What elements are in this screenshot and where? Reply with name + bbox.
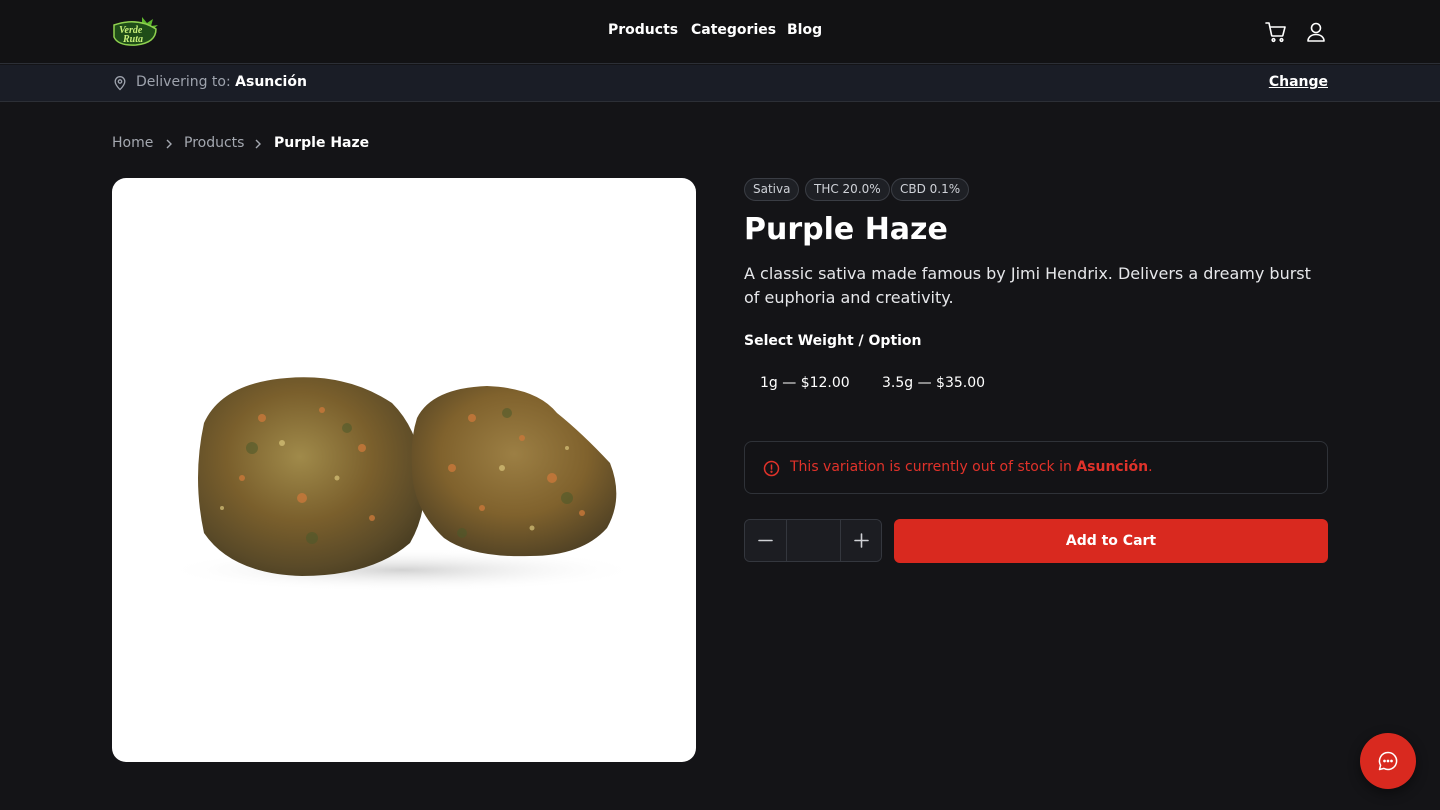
nav-categories[interactable]: Categories xyxy=(691,22,776,38)
change-location-link[interactable]: Change xyxy=(1269,74,1328,90)
out-of-stock-alert: This variation is currently out of stock… xyxy=(744,441,1328,494)
nav-products[interactable]: Products xyxy=(608,22,678,38)
chat-bubble-icon xyxy=(1378,751,1398,771)
product-description: A classic sativa made famous by Jimi Hen… xyxy=(744,264,1311,307)
chat-button[interactable] xyxy=(1360,733,1416,789)
site-header: Verde Ruta Products Categories Blog xyxy=(0,0,1440,64)
breadcrumb-products[interactable]: Products xyxy=(184,135,244,151)
badge-cbd: CBD 0.1% xyxy=(891,178,970,201)
breadcrumb-home[interactable]: Home xyxy=(112,135,153,151)
badge-thc: THC 20.0% xyxy=(805,178,890,201)
nav-blog[interactable]: Blog xyxy=(787,22,822,38)
plus-icon xyxy=(854,533,869,548)
option-1g[interactable]: 1g — $12.00 xyxy=(760,370,850,396)
quantity-input[interactable] xyxy=(786,520,841,561)
cart-icon[interactable] xyxy=(1264,20,1288,44)
user-icon[interactable] xyxy=(1304,20,1328,44)
alert-suffix: . xyxy=(1148,459,1153,475)
quantity-stepper xyxy=(744,519,882,562)
chevron-right-icon xyxy=(255,139,261,149)
option-3-5g[interactable]: 3.5g — $35.00 xyxy=(882,370,985,396)
increase-quantity-button[interactable] xyxy=(841,520,881,561)
alert-prefix: This variation is currently out of stock… xyxy=(790,459,1072,475)
main-nav: Products Categories Blog xyxy=(0,22,1440,42)
delivery-prefix: Delivering to: xyxy=(136,74,231,90)
alert-city: Asunción xyxy=(1076,459,1149,475)
options-label: Select Weight / Option xyxy=(744,333,922,349)
badge-strain-type: Sativa xyxy=(744,178,800,201)
delivery-label: Delivering to: Asunción xyxy=(136,74,307,90)
product-photo xyxy=(162,377,642,592)
alert-circle-icon xyxy=(763,460,780,477)
map-pin-icon xyxy=(114,76,126,91)
delivery-bar: Delivering to: Asunción Change xyxy=(0,65,1440,102)
minus-icon xyxy=(758,539,773,542)
product-title: Purple Haze xyxy=(744,212,948,247)
decrease-quantity-button[interactable] xyxy=(745,520,786,561)
alert-message: This variation is currently out of stock… xyxy=(790,459,1153,475)
breadcrumb-current: Purple Haze xyxy=(274,135,370,151)
chevron-right-icon xyxy=(166,139,172,149)
delivery-city: Asunción xyxy=(235,74,307,90)
add-to-cart-button[interactable]: Add to Cart xyxy=(894,519,1328,563)
product-image xyxy=(112,178,696,762)
